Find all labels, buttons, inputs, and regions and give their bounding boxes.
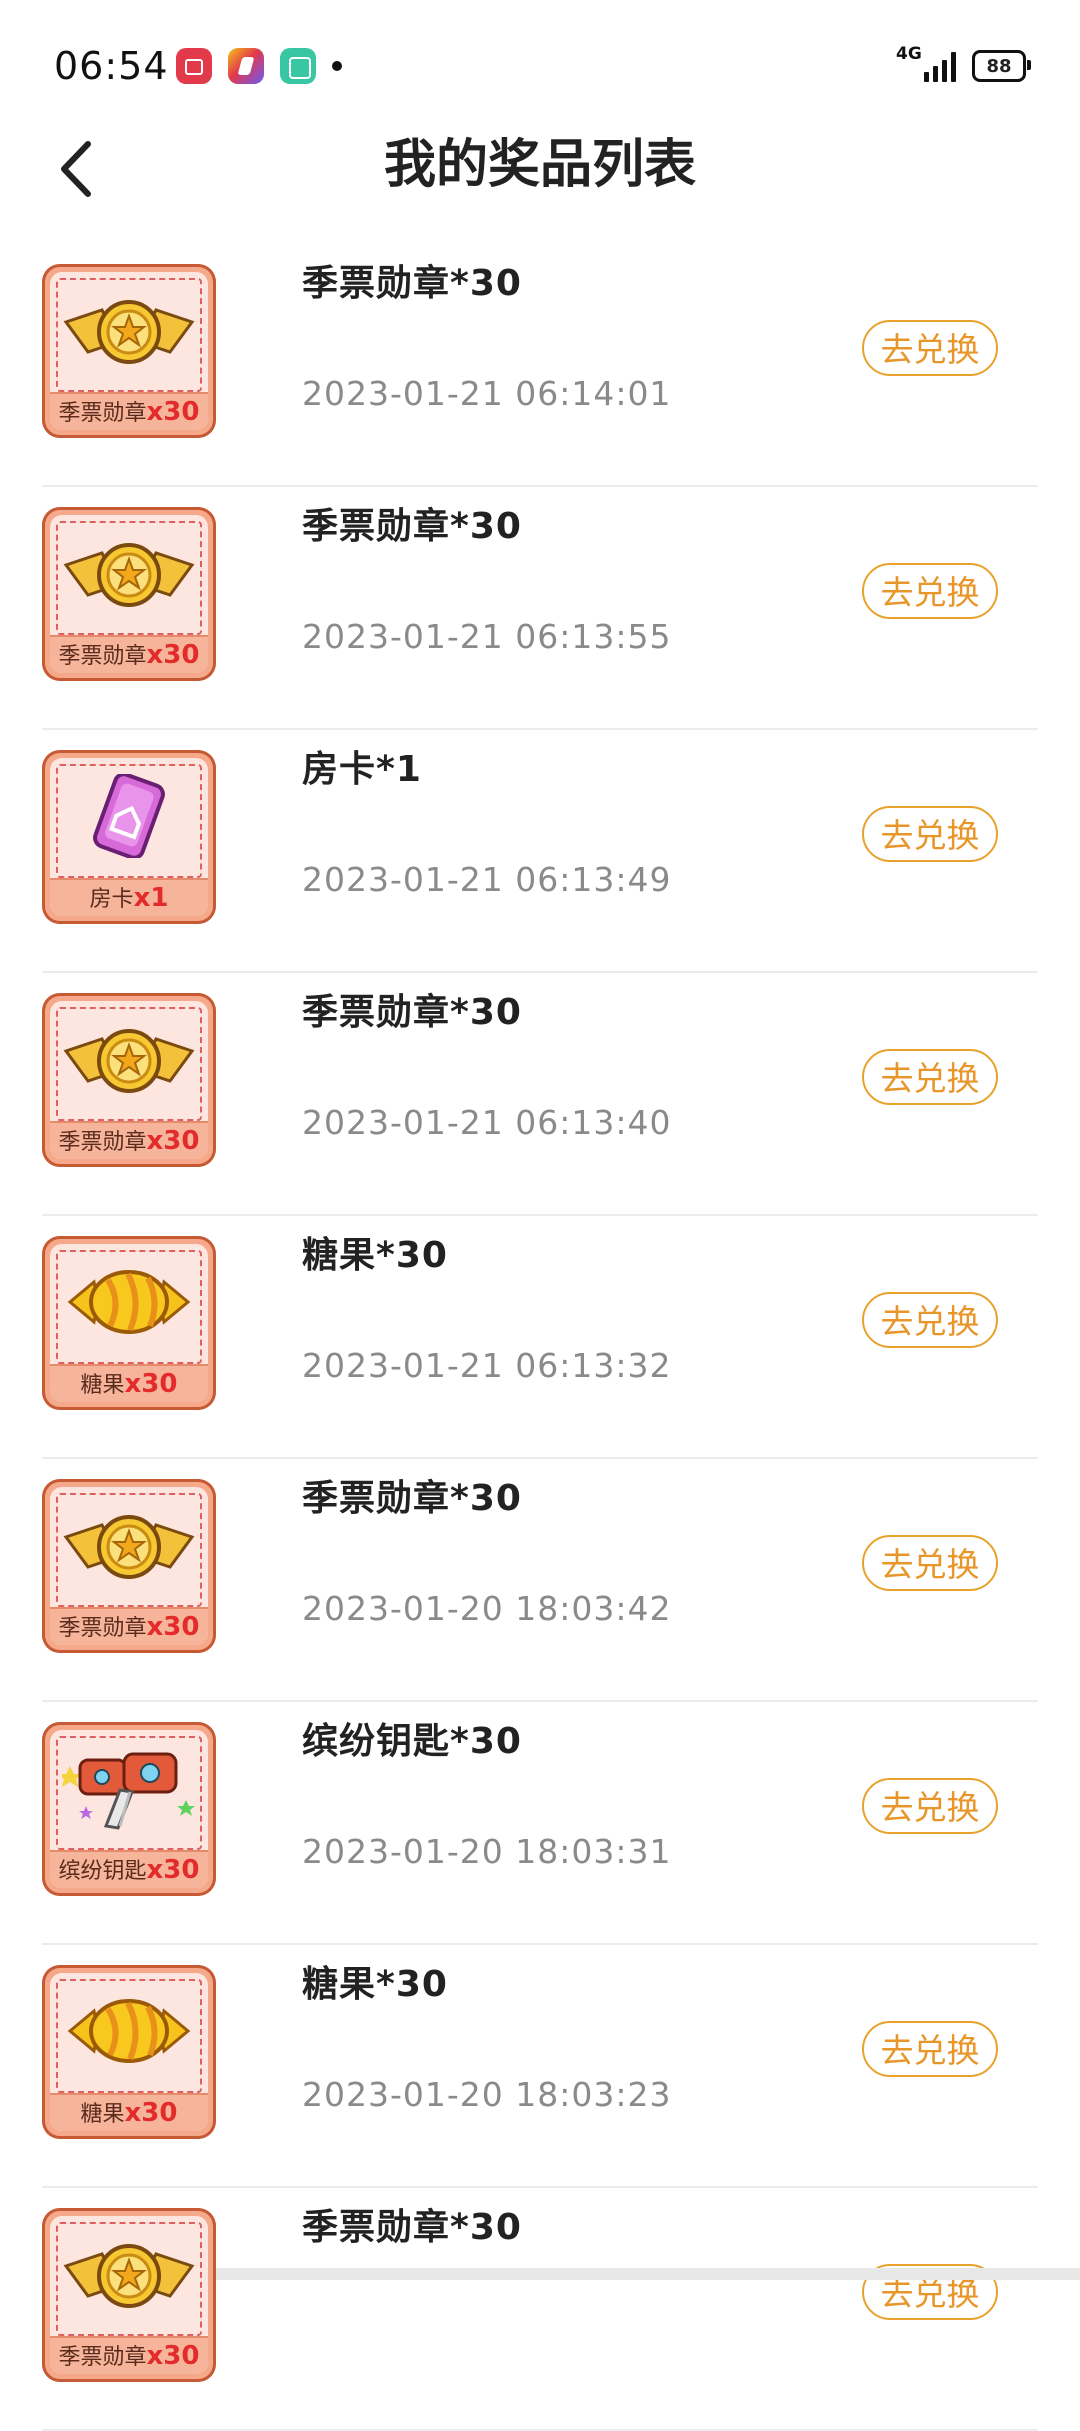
redeem-button[interactable]: 去兑换 bbox=[862, 563, 998, 619]
notification-icons bbox=[176, 48, 342, 84]
status-bar: 06:54 4G 88 bbox=[0, 0, 1080, 132]
redeem-button[interactable]: 去兑换 bbox=[862, 1292, 998, 1348]
thumbnail-quantity: x30 bbox=[146, 1126, 200, 1156]
prize-list-item: 季票勋章x30 季票勋章*30 2023-01-20 18:03:42 去兑换 bbox=[0, 1459, 1080, 1702]
thumbnail-quantity: x30 bbox=[146, 2341, 200, 2371]
gallery-app-icon bbox=[280, 48, 316, 84]
page-title: 我的奖品列表 bbox=[383, 135, 696, 195]
bottom-edge-overlay bbox=[216, 2268, 1080, 2280]
prize-name: 糖果*30 bbox=[302, 1235, 448, 1276]
thumbnail-caption: 季票勋章x30 bbox=[50, 1121, 208, 1159]
prize-list-item: 季票勋章x30 季票勋章*30 2023-01-21 06:13:55 去兑换 bbox=[0, 487, 1080, 730]
prize-name: 缤纷钥匙*30 bbox=[302, 1721, 522, 1762]
prize-name: 糖果*30 bbox=[302, 1964, 448, 2005]
prize-name: 季票勋章*30 bbox=[302, 2207, 522, 2248]
key-icon bbox=[58, 1746, 196, 1830]
thumbnail-caption: 季票勋章x30 bbox=[50, 1607, 208, 1645]
thumbnail-label: 季票勋章 bbox=[58, 401, 147, 426]
prize-list-item: 季票勋章x30 季票勋章*30 2023-01-21 06:14:01 去兑换 bbox=[0, 244, 1080, 487]
redeem-button[interactable]: 去兑换 bbox=[862, 2021, 998, 2077]
candy-icon bbox=[62, 1989, 196, 2073]
thumbnail-label: 房卡 bbox=[89, 887, 134, 912]
prize-time: 2023-01-20 18:03:23 bbox=[302, 2075, 672, 2114]
status-time: 06:54 bbox=[54, 44, 169, 88]
prize-thumbnail: 糖果x30 bbox=[42, 1965, 216, 2139]
prize-thumbnail: 糖果x30 bbox=[42, 1236, 216, 1410]
thumbnail-quantity: x30 bbox=[146, 1855, 200, 1885]
room-card-icon bbox=[62, 772, 196, 860]
prize-thumbnail: 房卡x1 bbox=[42, 750, 216, 924]
thumbnail-quantity: x30 bbox=[146, 397, 200, 427]
prize-thumbnail: 季票勋章x30 bbox=[42, 507, 216, 681]
thumbnail-caption: 房卡x1 bbox=[50, 878, 208, 916]
redeem-button[interactable]: 去兑换 bbox=[862, 320, 998, 376]
candy-icon bbox=[62, 1260, 196, 1344]
prize-name: 季票勋章*30 bbox=[302, 992, 522, 1033]
thumbnail-quantity: x1 bbox=[133, 883, 169, 913]
battery-icon: 88 bbox=[972, 50, 1031, 82]
thumbnail-quantity: x30 bbox=[146, 1612, 200, 1642]
thumbnail-label: 糖果 bbox=[80, 1373, 125, 1398]
thumbnail-caption: 糖果x30 bbox=[50, 1364, 208, 1402]
medal-icon bbox=[62, 288, 196, 372]
shortcut-app-icon bbox=[228, 48, 264, 84]
prize-thumbnail: 季票勋章x30 bbox=[42, 993, 216, 1167]
medal-icon bbox=[62, 531, 196, 615]
prize-list-item: 糖果x30 糖果*30 2023-01-21 06:13:32 去兑换 bbox=[0, 1216, 1080, 1459]
prize-time: 2023-01-21 06:13:40 bbox=[302, 1103, 672, 1142]
network-type: 4G bbox=[896, 44, 922, 64]
prize-list: 季票勋章x30 季票勋章*30 2023-01-21 06:14:01 去兑换 季票勋章… bbox=[0, 244, 1080, 2431]
prize-list-item: 缤纷钥匙x30 缤纷钥匙*30 2023-01-20 18:03:31 去兑换 bbox=[0, 1702, 1080, 1945]
medal-icon bbox=[62, 2232, 196, 2316]
prize-time: 2023-01-20 18:03:31 bbox=[302, 1832, 672, 1871]
prize-time: 2023-01-21 06:13:32 bbox=[302, 1346, 672, 1385]
redeem-button[interactable]: 去兑换 bbox=[862, 806, 998, 862]
prize-thumbnail: 季票勋章x30 bbox=[42, 1479, 216, 1653]
signal-icon: 4G bbox=[896, 44, 956, 84]
prize-thumbnail: 季票勋章x30 bbox=[42, 264, 216, 438]
redeem-button[interactable]: 去兑换 bbox=[862, 1049, 998, 1105]
thumbnail-caption: 季票勋章x30 bbox=[50, 392, 208, 430]
redeem-button[interactable]: 去兑换 bbox=[862, 1778, 998, 1834]
prize-time: 2023-01-21 06:13:55 bbox=[302, 617, 672, 656]
redeem-button[interactable]: 去兑换 bbox=[862, 1535, 998, 1591]
header: 我的奖品列表 bbox=[0, 132, 1080, 262]
prize-thumbnail: 缤纷钥匙x30 bbox=[42, 1722, 216, 1896]
thumbnail-label: 季票勋章 bbox=[58, 644, 147, 669]
prize-name: 季票勋章*30 bbox=[302, 263, 522, 304]
prize-thumbnail: 季票勋章x30 bbox=[42, 2208, 216, 2382]
thumbnail-label: 季票勋章 bbox=[58, 1616, 147, 1641]
thumbnail-label: 缤纷钥匙 bbox=[58, 1859, 147, 1884]
prize-list-item: 糖果x30 糖果*30 2023-01-20 18:03:23 去兑换 bbox=[0, 1945, 1080, 2188]
prize-time: 2023-01-21 06:13:49 bbox=[302, 860, 672, 899]
medal-icon bbox=[62, 1503, 196, 1587]
prize-name: 房卡*1 bbox=[302, 749, 422, 790]
prize-list-item: 房卡x1 房卡*1 2023-01-21 06:13:49 去兑换 bbox=[0, 730, 1080, 973]
thumbnail-caption: 缤纷钥匙x30 bbox=[50, 1850, 208, 1888]
prize-list-item: 季票勋章x30 季票勋章*30 2023-01-21 06:13:40 去兑换 bbox=[0, 973, 1080, 1216]
thumbnail-quantity: x30 bbox=[124, 1369, 178, 1399]
prize-list-item: 季票勋章x30 季票勋章*30 去兑换 bbox=[0, 2188, 1080, 2431]
video-app-icon bbox=[176, 48, 212, 84]
thumbnail-label: 季票勋章 bbox=[58, 1130, 147, 1155]
thumbnail-caption: 季票勋章x30 bbox=[50, 2336, 208, 2374]
prize-time: 2023-01-21 06:14:01 bbox=[302, 374, 672, 413]
thumbnail-caption: 季票勋章x30 bbox=[50, 635, 208, 673]
thumbnail-label: 糖果 bbox=[80, 2102, 125, 2127]
thumbnail-caption: 糖果x30 bbox=[50, 2093, 208, 2131]
medal-icon bbox=[62, 1017, 196, 1101]
prize-name: 季票勋章*30 bbox=[302, 1478, 522, 1519]
thumbnail-quantity: x30 bbox=[146, 640, 200, 670]
prize-time: 2023-01-20 18:03:42 bbox=[302, 1589, 672, 1628]
system-icons: 4G 88 bbox=[896, 44, 1031, 84]
thumbnail-quantity: x30 bbox=[124, 2098, 178, 2128]
more-dot-icon bbox=[332, 61, 342, 71]
battery-level: 88 bbox=[986, 55, 1012, 77]
prize-name: 季票勋章*30 bbox=[302, 506, 522, 547]
thumbnail-label: 季票勋章 bbox=[58, 2345, 147, 2370]
